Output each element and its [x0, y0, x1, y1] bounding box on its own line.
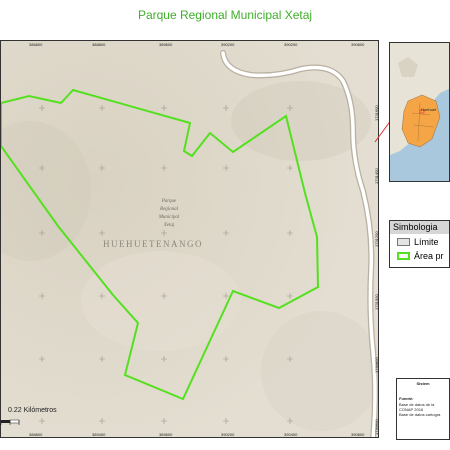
coord-bottom: 390200 [221, 432, 235, 437]
inset-locator-map[interactable]: Huehuet [389, 42, 450, 182]
map-title: Parque Regional Municipal Xetaj [137, 8, 313, 22]
legend-item-label: Límite [414, 237, 439, 247]
coord-top: 390800 [351, 42, 365, 47]
coord-bottom: 390400 [284, 432, 298, 437]
coord-top: 388800 [92, 42, 106, 47]
source-info-box: Sistem Fuente: Base de datos de la CONAP… [396, 378, 450, 440]
coord-top: 386800 [29, 42, 43, 47]
coord-bottom: 390800 [351, 432, 365, 437]
legend-item-label: Área pr [414, 251, 444, 261]
coord-top: 390200 [221, 42, 235, 47]
protected-area-swatch [397, 252, 410, 260]
park-label-line: Xetaj [163, 223, 175, 228]
terrain-map: Parque Regional Municipal Xetaj HUEHUETE… [1, 41, 378, 437]
coord-bottom: 389400 [92, 432, 106, 437]
park-label-line: Parque [161, 199, 177, 204]
region-label: HUEHUETENANGO [103, 239, 203, 249]
main-map[interactable]: Parque Regional Municipal Xetaj HUEHUETE… [0, 40, 379, 438]
source-line: Base de datos cartogra [399, 412, 441, 417]
coord-bottom: 388800 [29, 432, 43, 437]
coord-top: 390200 [284, 42, 298, 47]
legend-panel: Simbologia Límite Área pr [389, 220, 450, 268]
coordinate-system-label: Sistem [416, 381, 430, 386]
park-label-line: Municipal [158, 215, 180, 220]
park-label-line: Regional [159, 207, 179, 212]
source-title: Fuente: [399, 396, 414, 401]
coord-bottom: 389600 [159, 432, 173, 437]
inset-place-label: Huehuet [421, 107, 437, 112]
legend-title: Simbologia [390, 221, 449, 234]
scale-label: 0.22 Kilómetros [8, 407, 57, 414]
legend-item-limit: Límite [397, 237, 439, 247]
legend-item-protected-area: Área pr [397, 251, 444, 261]
coord-top: 389600 [159, 42, 173, 47]
limit-swatch [397, 238, 410, 246]
inset-map-graphic [390, 43, 449, 181]
